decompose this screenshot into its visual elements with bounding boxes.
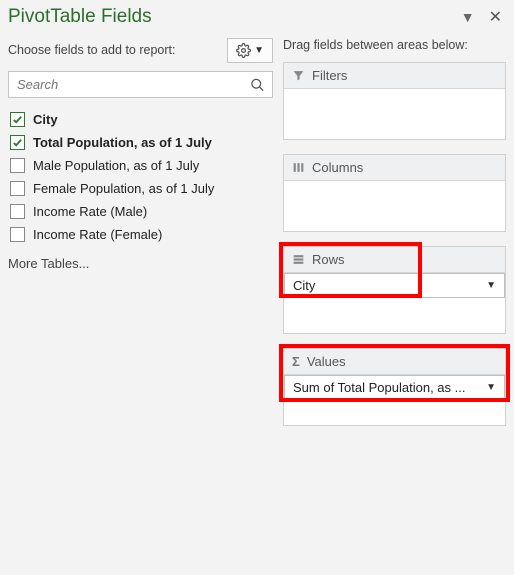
drag-label: Drag fields between areas below:: [283, 38, 506, 52]
pane-header: PivotTable Fields ▼ ✕: [8, 4, 506, 32]
values-item-label: Sum of Total Population, as ...: [293, 380, 465, 395]
search-field-wrap: [8, 71, 273, 98]
values-item-sum[interactable]: Sum of Total Population, as ... ▼: [284, 375, 505, 400]
checkbox-icon: [10, 135, 25, 150]
chevron-down-icon: ▼: [486, 382, 496, 393]
rows-icon: [292, 253, 305, 266]
values-dropzone[interactable]: Sum of Total Population, as ... ▼: [284, 375, 505, 425]
checkbox-icon: [10, 227, 25, 242]
filters-label: Filters: [312, 68, 347, 83]
sigma-icon: Σ: [292, 354, 300, 369]
close-icon[interactable]: ✕: [489, 7, 502, 27]
field-label: City: [33, 112, 58, 127]
filters-dropzone[interactable]: [284, 89, 505, 139]
rows-header: Rows: [284, 247, 505, 273]
choose-fields-label: Choose fields to add to report:: [8, 42, 175, 58]
rows-item-city[interactable]: City ▼: [284, 273, 505, 298]
field-label: Male Population, as of 1 July: [33, 158, 199, 173]
pane-header-controls: ▼ ✕: [461, 7, 502, 27]
tools-button[interactable]: ▼: [227, 38, 273, 63]
areas-section: Drag fields between areas below: Filters…: [283, 32, 506, 567]
columns-label: Columns: [312, 160, 363, 175]
rows-area[interactable]: Rows City ▼: [283, 246, 506, 334]
checkbox-icon: [10, 112, 25, 127]
field-item-income-female[interactable]: Income Rate (Female): [10, 227, 273, 242]
field-label: Female Population, as of 1 July: [33, 181, 214, 196]
field-label: Income Rate (Female): [33, 227, 162, 242]
rows-label: Rows: [312, 252, 345, 267]
field-item-total-population[interactable]: Total Population, as of 1 July: [10, 135, 273, 150]
field-label: Total Population, as of 1 July: [33, 135, 212, 150]
pane-title: PivotTable Fields: [8, 6, 152, 28]
checkbox-icon: [10, 204, 25, 219]
values-area[interactable]: Σ Values Sum of Total Population, as ...…: [283, 348, 506, 426]
columns-icon: [292, 161, 305, 174]
filters-area[interactable]: Filters: [283, 62, 506, 140]
field-list: City Total Population, as of 1 July Male…: [8, 108, 273, 252]
field-item-female-population[interactable]: Female Population, as of 1 July: [10, 181, 273, 196]
field-item-male-population[interactable]: Male Population, as of 1 July: [10, 158, 273, 173]
dropdown-icon[interactable]: ▼: [461, 9, 475, 25]
checkbox-icon: [10, 181, 25, 196]
field-item-income-male[interactable]: Income Rate (Male): [10, 204, 273, 219]
rows-dropzone[interactable]: City ▼: [284, 273, 505, 333]
gear-icon: [236, 43, 251, 58]
columns-header: Columns: [284, 155, 505, 181]
checkbox-icon: [10, 158, 25, 173]
rows-item-label: City: [293, 278, 315, 293]
columns-dropzone[interactable]: [284, 181, 505, 231]
pivottable-fields-pane: PivotTable Fields ▼ ✕ Choose fields to a…: [0, 0, 514, 575]
filter-icon: [292, 69, 305, 82]
values-label: Values: [307, 354, 346, 369]
chevron-down-icon: ▼: [486, 280, 496, 291]
columns-area[interactable]: Columns: [283, 154, 506, 232]
field-item-city[interactable]: City: [10, 112, 273, 127]
more-tables-link[interactable]: More Tables...: [8, 256, 273, 271]
field-label: Income Rate (Male): [33, 204, 147, 219]
values-header: Σ Values: [284, 349, 505, 375]
chevron-down-icon: ▼: [254, 45, 264, 56]
search-input[interactable]: [8, 71, 273, 98]
fields-section: Choose fields to add to report: ▼ City: [8, 32, 273, 567]
filters-header: Filters: [284, 63, 505, 89]
